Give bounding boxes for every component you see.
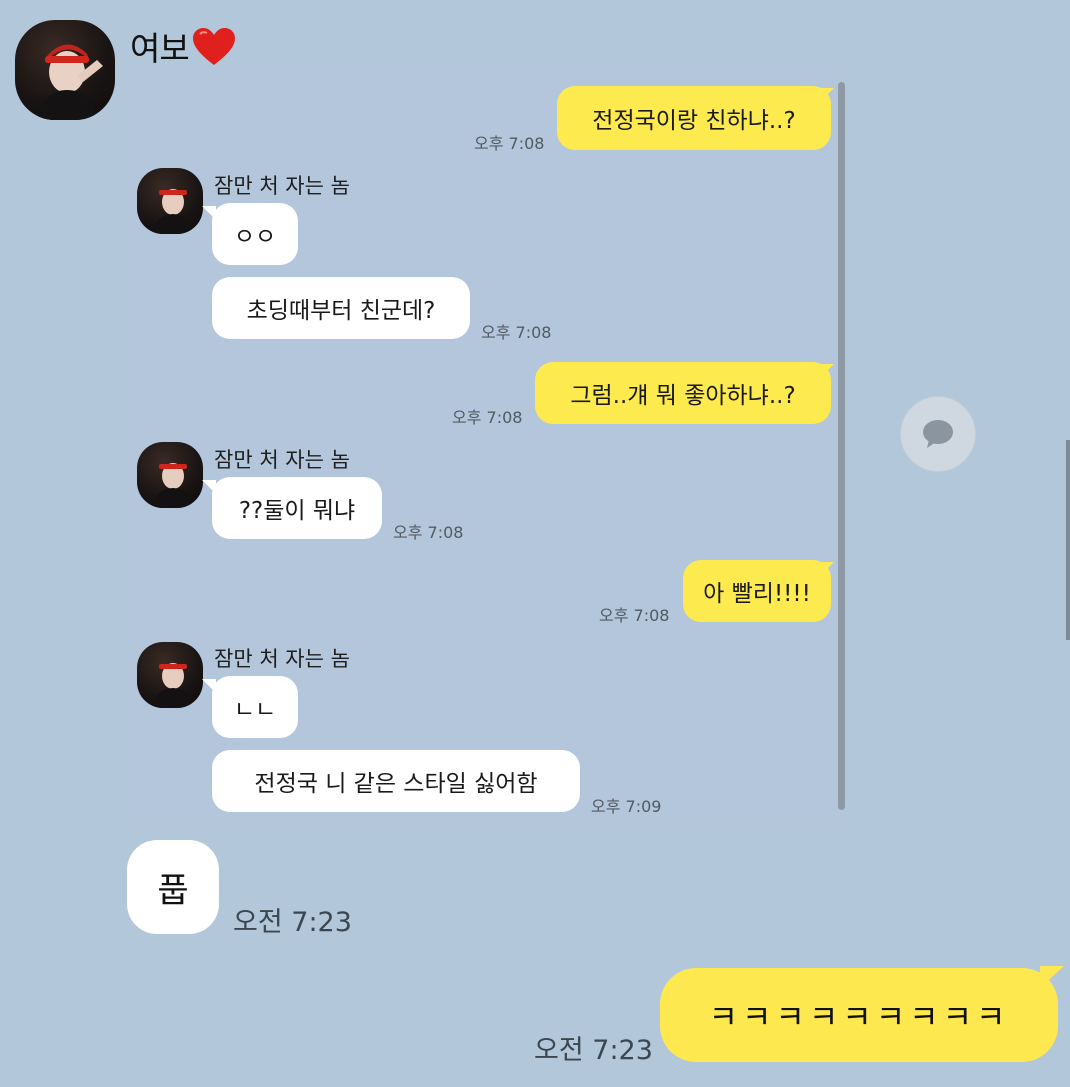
bubble-tail <box>820 562 834 576</box>
message-text: 초딩때부터 친군데? <box>246 298 436 324</box>
sender-name: 잠만 처 자는 놈 <box>214 174 350 198</box>
my-message-bubble[interactable]: 전정국이랑 친하냐..? <box>557 86 831 150</box>
sender-name: 잠만 처 자는 놈 <box>214 647 350 671</box>
message-time: 오전 7:23 <box>534 1035 653 1066</box>
their-message-bubble[interactable]: 초딩때부터 친군데? <box>212 277 470 339</box>
bubble-tail <box>202 206 216 220</box>
their-message-bubble[interactable]: ??둘이 뭐냐 <box>212 477 382 539</box>
chat-bubble-icon <box>923 420 953 448</box>
their-message-bubble[interactable]: ㄴㄴ <box>212 676 298 738</box>
bubble-tail <box>1040 966 1064 988</box>
sender-name: 잠만 처 자는 놈 <box>214 448 350 472</box>
profile-photo-icon <box>151 663 193 708</box>
bubble-tail <box>202 480 216 494</box>
message-time: 오후 7:08 <box>474 134 545 153</box>
sender-avatar[interactable] <box>137 168 203 234</box>
message-text: ??둘이 뭐냐 <box>238 498 356 524</box>
outgoing-message-bubble[interactable]: ㅋㅋㅋㅋㅋㅋㅋㅋㅋ <box>660 968 1058 1062</box>
message-text: 풉 <box>157 870 189 911</box>
bubble-tail <box>820 364 834 378</box>
message-text: 전정국이랑 친하냐..? <box>592 108 796 134</box>
message-text: 전정국 니 같은 스타일 싫어함 <box>254 771 538 797</box>
sender-avatar[interactable] <box>137 442 203 508</box>
message-time: 오후 7:08 <box>452 408 523 427</box>
profile-photo-icon <box>37 44 103 120</box>
outer-scrollbar[interactable] <box>1066 440 1070 640</box>
profile-photo-icon <box>151 463 193 508</box>
contact-avatar[interactable] <box>15 20 115 120</box>
contact-name: 여보 <box>130 22 237 75</box>
embedded-scrollbar <box>838 82 845 810</box>
contact-name-text: 여보 <box>130 29 190 68</box>
message-time: 오후 7:08 <box>599 606 670 625</box>
message-text: 그럼..걔 뭐 좋아하냐..? <box>570 383 796 409</box>
message-text: ㄴㄴ <box>233 697 277 723</box>
chat-bubble-button[interactable] <box>900 396 976 472</box>
their-message-bubble[interactable]: ㅇㅇ <box>212 203 298 265</box>
message-time: 오전 7:23 <box>233 907 352 938</box>
profile-photo-icon <box>151 189 193 234</box>
message-time: 오후 7:08 <box>393 523 464 542</box>
heart-icon <box>191 27 237 75</box>
message-text: ㅋㅋㅋㅋㅋㅋㅋㅋㅋ <box>708 998 1010 1036</box>
message-time: 오후 7:09 <box>591 797 662 816</box>
message-text: 아 빨리!!!! <box>703 581 811 607</box>
incoming-message-bubble[interactable]: 풉 <box>127 840 219 934</box>
their-message-bubble[interactable]: 전정국 니 같은 스타일 싫어함 <box>212 750 580 812</box>
message-time: 오후 7:08 <box>481 323 552 342</box>
sender-avatar[interactable] <box>137 642 203 708</box>
bubble-tail <box>820 88 834 102</box>
bubble-tail <box>202 679 216 693</box>
my-message-bubble[interactable]: 그럼..걔 뭐 좋아하냐..? <box>535 362 831 424</box>
my-message-bubble[interactable]: 아 빨리!!!! <box>683 560 831 622</box>
message-text: ㅇㅇ <box>233 224 277 250</box>
